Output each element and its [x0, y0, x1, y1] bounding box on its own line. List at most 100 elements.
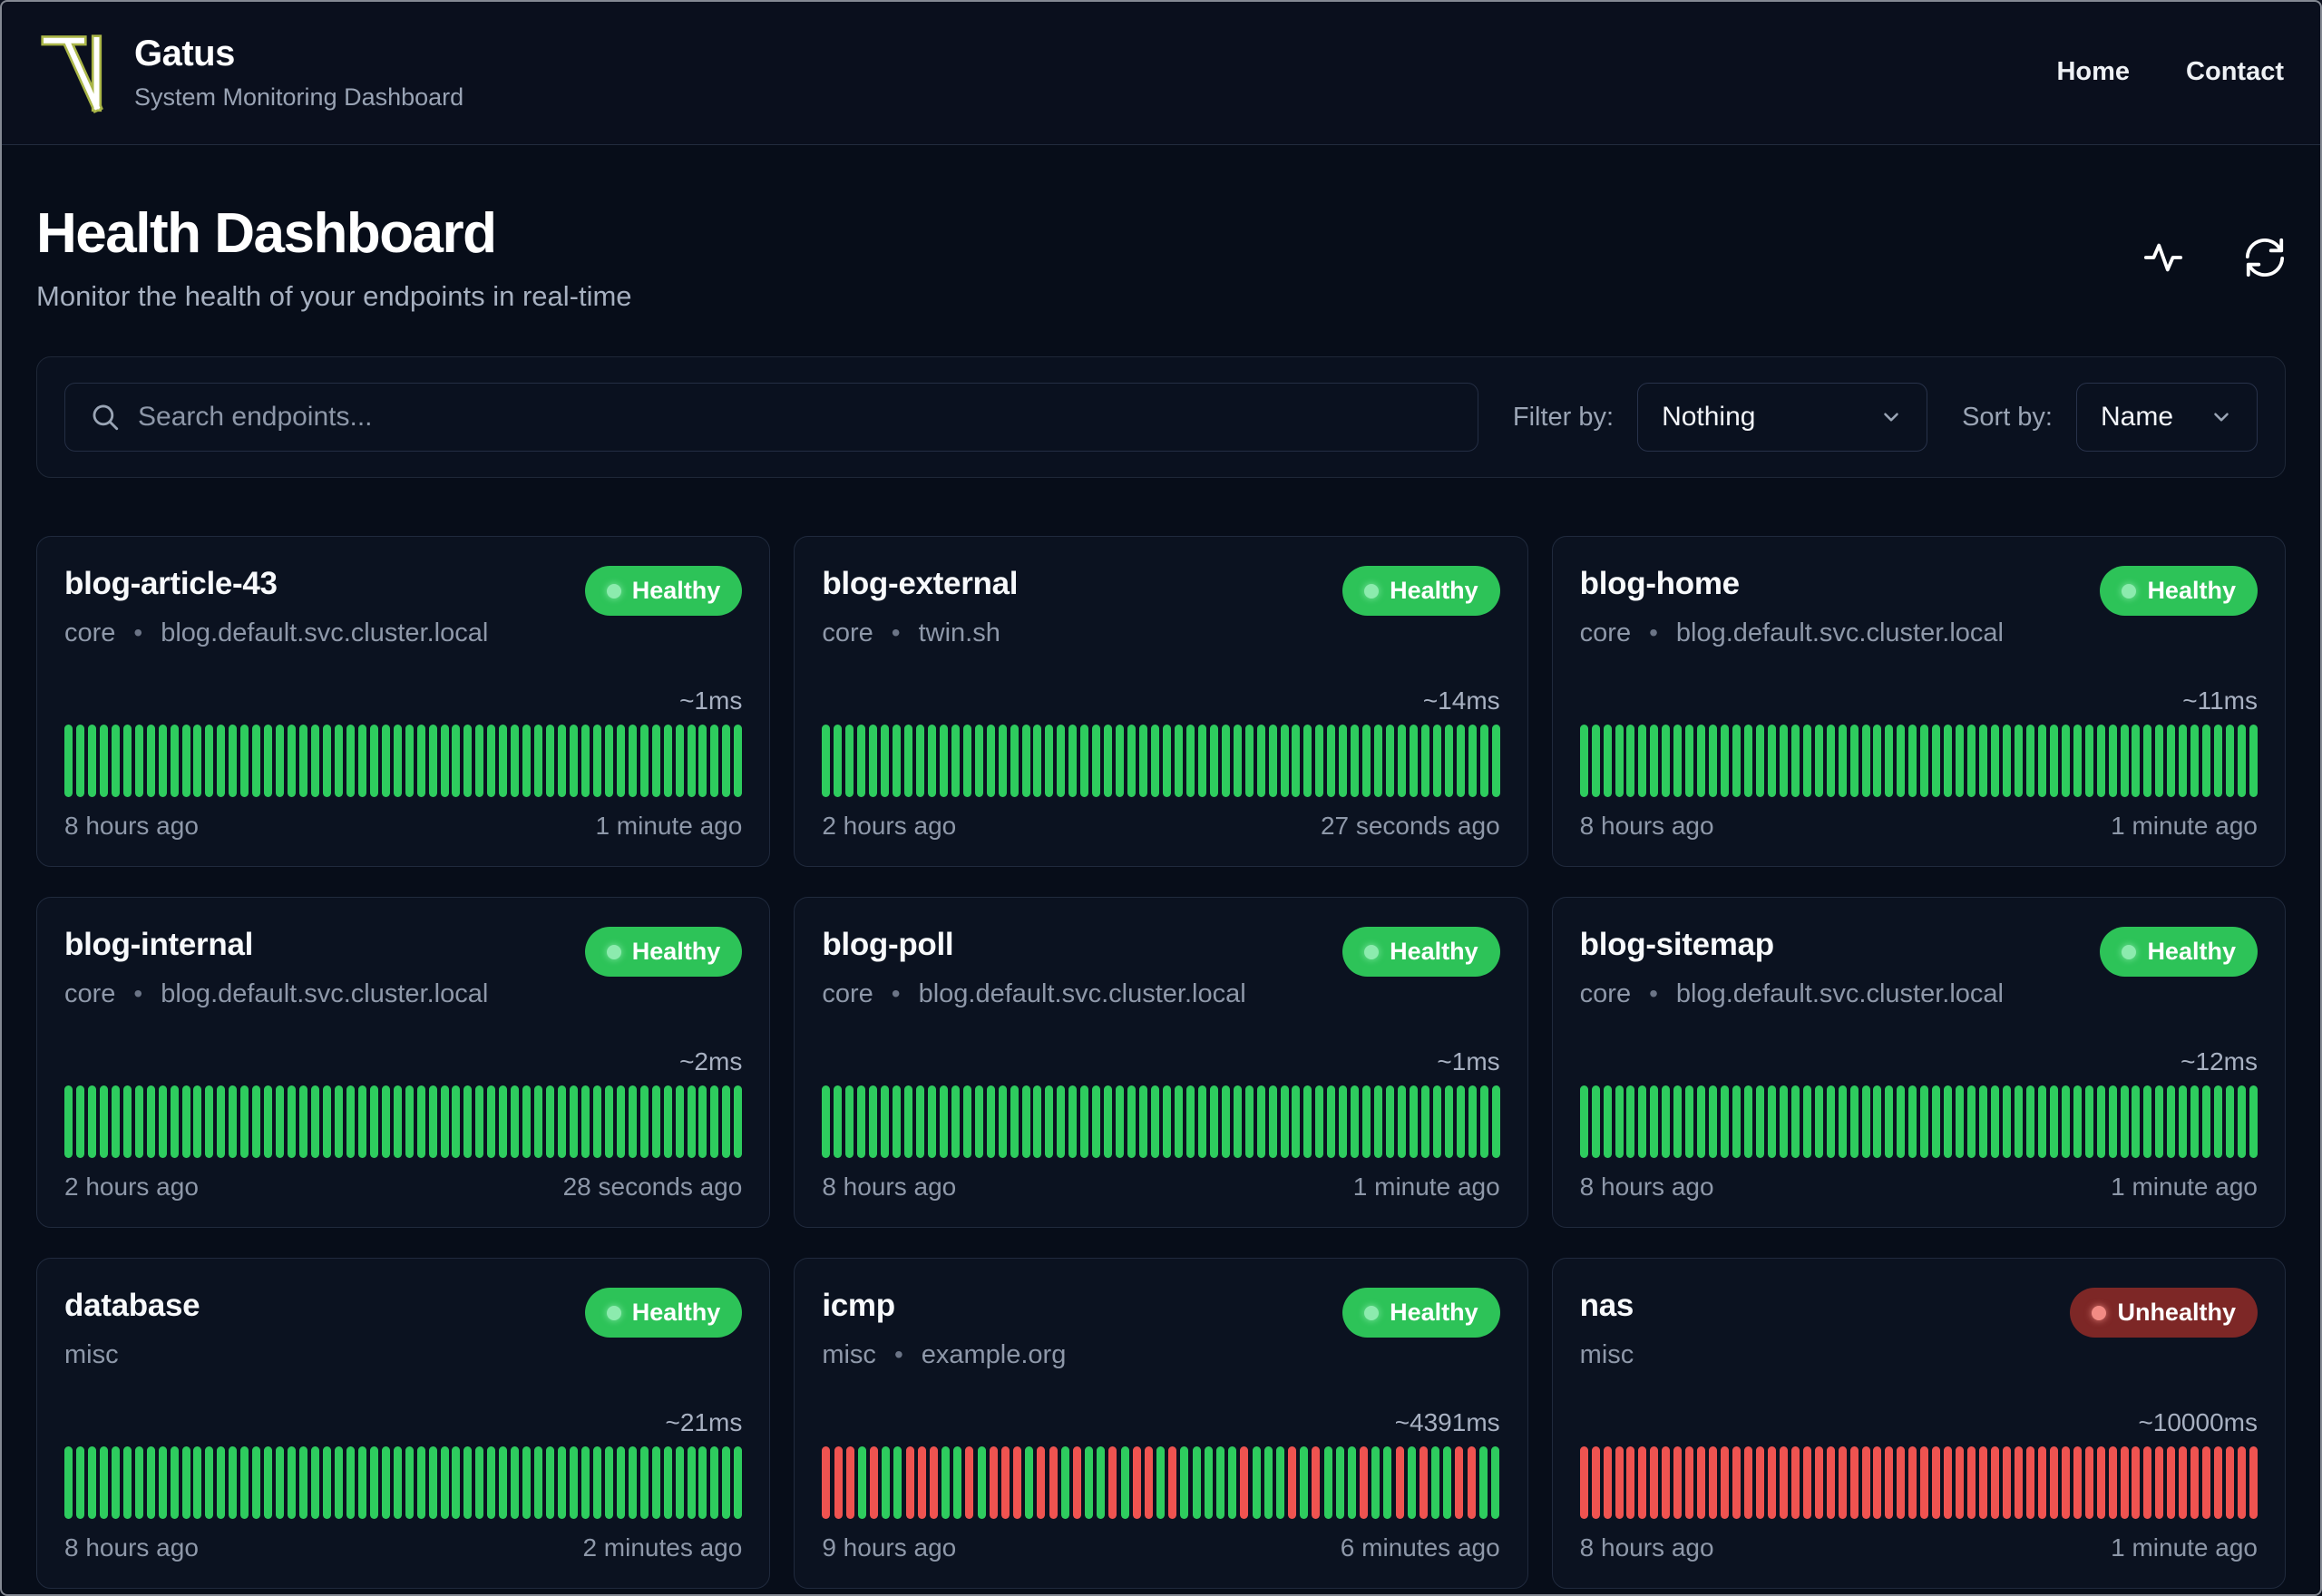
history-bar-up[interactable] [146, 725, 155, 797]
history-bar-up[interactable] [346, 1446, 355, 1519]
history-bar-up[interactable] [1444, 1085, 1453, 1158]
history-bar-up[interactable] [1802, 725, 1811, 797]
history-bar-up[interactable] [2214, 1085, 2223, 1158]
history-bar-up[interactable] [1491, 725, 1500, 797]
history-bar-up[interactable] [1615, 725, 1624, 797]
history-bar-up[interactable] [974, 725, 983, 797]
history-bar-down[interactable] [1991, 1446, 2000, 1519]
filter-select[interactable]: Nothing [1637, 383, 1928, 452]
history-bar-up[interactable] [1209, 725, 1218, 797]
nav-link-home[interactable]: Home [2056, 57, 2130, 87]
history-bar-up[interactable] [734, 1085, 743, 1158]
history-bar-up[interactable] [2061, 725, 2070, 797]
history-bar-down[interactable] [1013, 1446, 1022, 1519]
history-bar-up[interactable] [2014, 1085, 2023, 1158]
history-bar-down[interactable] [1049, 1446, 1058, 1519]
history-bar-up[interactable] [1197, 1085, 1206, 1158]
history-bar-up[interactable] [475, 1446, 484, 1519]
history-bar-up[interactable] [2167, 725, 2176, 797]
history-bar-up[interactable] [1490, 1446, 1499, 1519]
history-bar-up[interactable] [1021, 725, 1030, 797]
history-bar-up[interactable] [1383, 1446, 1392, 1519]
history-bar-up[interactable] [487, 1085, 496, 1158]
history-bar-up[interactable] [1431, 1446, 1440, 1519]
history-bar-up[interactable] [240, 725, 249, 797]
history-bar-down[interactable] [2049, 1446, 2058, 1519]
history-bar-up[interactable] [2002, 725, 2011, 797]
history-bar-down[interactable] [2025, 1446, 2034, 1519]
history-bar-up[interactable] [205, 1446, 214, 1519]
history-bar-up[interactable] [2120, 1085, 2129, 1158]
endpoint-card-blog-sitemap[interactable]: blog-sitemap core blog.default.svc.clust… [1551, 897, 2286, 1228]
history-bar-down[interactable] [2073, 1446, 2082, 1519]
history-bar-up[interactable] [1755, 1085, 1764, 1158]
history-bar-up[interactable] [440, 1446, 449, 1519]
history-bar-down[interactable] [845, 1446, 854, 1519]
history-bar-up[interactable] [299, 725, 308, 797]
history-bar-up[interactable] [1151, 1085, 1160, 1158]
history-bar-down[interactable] [1455, 1446, 1464, 1519]
history-bar-up[interactable] [463, 1085, 473, 1158]
history-bar-up[interactable] [1151, 725, 1160, 797]
history-bar-up[interactable] [381, 1085, 390, 1158]
history-bar-up[interactable] [111, 1085, 120, 1158]
history-bar-up[interactable] [1197, 725, 1206, 797]
history-bar-down[interactable] [2226, 1446, 2235, 1519]
history-bar-up[interactable] [64, 1446, 73, 1519]
history-bar-up[interactable] [592, 725, 601, 797]
history-bar-up[interactable] [2096, 1085, 2105, 1158]
history-bar-up[interactable] [882, 1446, 891, 1519]
history-bar-up[interactable] [416, 1085, 425, 1158]
history-bar-up[interactable] [122, 1446, 132, 1519]
history-bar-up[interactable] [1908, 725, 1917, 797]
history-bar-up[interactable] [276, 1085, 285, 1158]
history-bar-up[interactable] [1444, 725, 1453, 797]
history-bar-up[interactable] [288, 1085, 297, 1158]
history-bar-up[interactable] [2049, 1085, 2058, 1158]
history-bar-up[interactable] [75, 1085, 84, 1158]
history-bar-up[interactable] [616, 1446, 625, 1519]
history-bar-up[interactable] [299, 1446, 308, 1519]
history-bar-up[interactable] [158, 1085, 167, 1158]
history-bar-up[interactable] [264, 1446, 273, 1519]
history-bar-up[interactable] [452, 1446, 461, 1519]
history-bar-up[interactable] [1790, 1085, 1800, 1158]
history-bar-down[interactable] [2120, 1446, 2129, 1519]
history-bar-up[interactable] [1991, 1085, 2000, 1158]
history-bar-up[interactable] [2084, 1085, 2093, 1158]
history-bar-up[interactable] [1861, 1085, 1870, 1158]
history-bar-up[interactable] [915, 1085, 924, 1158]
history-bar-up[interactable] [1838, 725, 1847, 797]
history-bar-up[interactable] [499, 1085, 508, 1158]
history-bar-up[interactable] [405, 1446, 414, 1519]
history-bar-up[interactable] [205, 725, 214, 797]
history-bar-up[interactable] [2226, 725, 2235, 797]
history-bar-up[interactable] [217, 1085, 226, 1158]
history-bar-down[interactable] [2249, 1446, 2258, 1519]
history-bar-up[interactable] [687, 1085, 696, 1158]
history-bar-down[interactable] [1673, 1446, 1683, 1519]
history-bar-up[interactable] [311, 1085, 320, 1158]
history-bar-up[interactable] [1897, 725, 1906, 797]
history-bar-up[interactable] [1432, 725, 1441, 797]
history-bar-up[interactable] [951, 725, 960, 797]
history-bar-up[interactable] [893, 1085, 902, 1158]
history-bar-down[interactable] [1638, 1446, 1647, 1519]
history-bar-up[interactable] [604, 1446, 613, 1519]
history-bar-up[interactable] [393, 725, 402, 797]
history-bar-up[interactable] [2249, 1085, 2258, 1158]
history-bar-up[interactable] [2190, 725, 2200, 797]
history-bar-up[interactable] [1139, 725, 1148, 797]
history-bar-up[interactable] [2132, 1085, 2141, 1158]
history-bar-down[interactable] [1732, 1446, 1742, 1519]
history-bar-up[interactable] [428, 1446, 437, 1519]
history-bar-up[interactable] [511, 1446, 520, 1519]
history-bar-up[interactable] [2226, 1085, 2235, 1158]
history-bar-up[interactable] [904, 725, 912, 797]
history-bar-up[interactable] [1685, 725, 1694, 797]
history-bar-down[interactable] [1288, 1446, 1297, 1519]
history-bar-up[interactable] [334, 1446, 343, 1519]
history-bar-up[interactable] [639, 1085, 649, 1158]
history-bar-up[interactable] [311, 725, 320, 797]
history-bar-up[interactable] [974, 1085, 983, 1158]
